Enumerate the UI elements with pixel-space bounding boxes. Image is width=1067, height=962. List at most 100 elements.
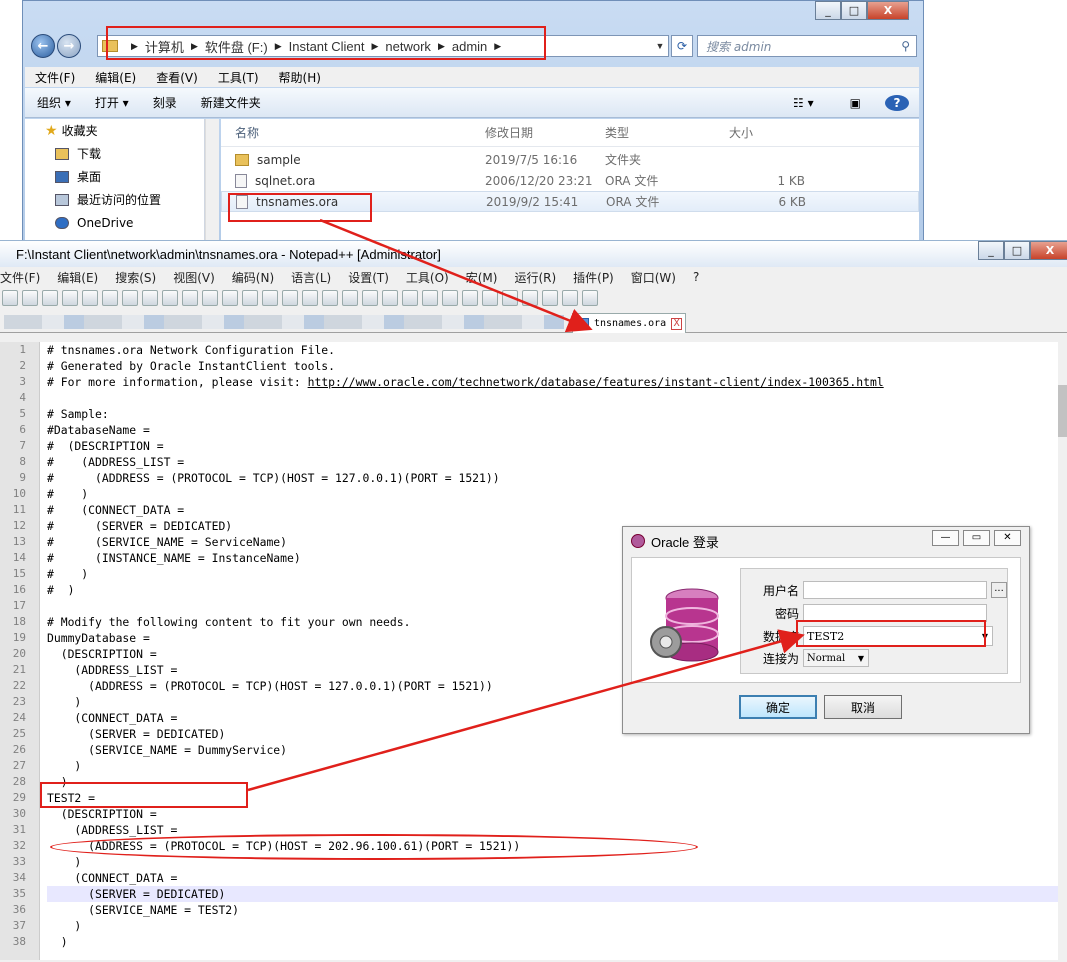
code-line[interactable]: # ) [47, 486, 1059, 502]
menu-file[interactable]: 文件(F) [25, 69, 85, 86]
burn-button[interactable]: 刻录 [141, 94, 189, 111]
new-folder-button[interactable]: 新建文件夹 [189, 94, 273, 111]
close-button[interactable]: X [867, 1, 909, 20]
tab-tnsnames[interactable]: tnsnames.ora X [572, 313, 686, 333]
minimize-button[interactable]: — [932, 530, 959, 546]
maximize-button[interactable]: ▭ [963, 530, 990, 546]
help-icon[interactable]: ? [885, 94, 909, 111]
cut-icon[interactable] [142, 290, 158, 306]
code-line[interactable] [47, 390, 1059, 406]
forward-arrow-icon[interactable]: → [57, 34, 81, 58]
code-line[interactable]: # (ADDRESS_LIST = [47, 454, 1059, 470]
menu-view[interactable]: 视图(V) [173, 269, 222, 286]
close-file-icon[interactable] [82, 290, 98, 306]
record-macro-icon[interactable] [502, 290, 518, 306]
editor-scrollbar[interactable] [1058, 342, 1067, 960]
scrollbar-thumb[interactable] [1058, 385, 1067, 437]
code-line[interactable]: # For more information, please visit: ht… [47, 374, 1059, 390]
refresh-icon[interactable]: ⟳ [671, 35, 693, 57]
code-line[interactable]: # tnsnames.ora Network Configuration Fil… [47, 342, 1059, 358]
nav-item-recent[interactable]: 最近访问的位置 [25, 188, 204, 211]
function-list-icon[interactable] [442, 290, 458, 306]
menu-window[interactable]: 窗口(W) [631, 269, 683, 286]
nav-item-favorites[interactable]: ★ 收藏夹 [25, 119, 204, 142]
menu-tools[interactable]: 工具(O) [406, 269, 456, 286]
code-line[interactable]: (CONNECT_DATA = [47, 870, 1059, 886]
save-macro-icon[interactable] [582, 290, 598, 306]
search-input[interactable]: 搜索 admin ⚲ [697, 35, 917, 57]
organize-button[interactable]: 组织 ▾ [25, 94, 83, 111]
code-line[interactable]: ) [47, 758, 1059, 774]
column-date[interactable]: 修改日期 [485, 124, 605, 141]
code-line[interactable]: (SERVER = DEDICATED) [47, 886, 1059, 902]
code-line[interactable]: # (CONNECT_DATA = [47, 502, 1059, 518]
menu-run[interactable]: 运行(R) [514, 269, 563, 286]
connect-as-select[interactable]: Normal ▼ [803, 649, 869, 667]
code-line[interactable]: (DESCRIPTION = [47, 806, 1059, 822]
menu-about[interactable]: ? [693, 270, 706, 284]
view-options-icon[interactable]: ☷ ▾ [781, 96, 826, 110]
close-all-icon[interactable] [102, 290, 118, 306]
back-arrow-icon[interactable]: ← [31, 34, 55, 58]
menu-encoding[interactable]: 编码(N) [232, 269, 281, 286]
stop-macro-icon[interactable] [522, 290, 538, 306]
chevron-down-icon[interactable]: ▼ [652, 41, 668, 51]
menu-plugins[interactable]: 插件(P) [573, 269, 621, 286]
zoom-out-icon[interactable] [302, 290, 318, 306]
undo-icon[interactable] [202, 290, 218, 306]
wrap-icon[interactable] [362, 290, 378, 306]
code-line[interactable]: ) [47, 918, 1059, 934]
new-file-icon[interactable] [2, 290, 18, 306]
save-icon[interactable] [42, 290, 58, 306]
indent-guide-icon[interactable] [402, 290, 418, 306]
doc-map-icon[interactable] [422, 290, 438, 306]
save-all-icon[interactable] [62, 290, 78, 306]
username-input[interactable] [803, 581, 987, 599]
sync-h-icon[interactable] [342, 290, 358, 306]
paste-icon[interactable] [182, 290, 198, 306]
ok-button[interactable]: 确定 [739, 695, 817, 719]
nav-pane-scrollbar[interactable] [205, 119, 219, 243]
close-icon[interactable]: X [671, 317, 682, 330]
code-line[interactable]: # Generated by Oracle InstantClient tool… [47, 358, 1059, 374]
code-line[interactable]: # Sample: [47, 406, 1059, 422]
cancel-button[interactable]: 取消 [824, 695, 902, 719]
folder-workspace-icon[interactable] [462, 290, 478, 306]
column-size[interactable]: 大小 [725, 124, 805, 141]
url-link[interactable]: http://www.oracle.com/technetwork/databa… [308, 375, 884, 389]
file-row[interactable]: sample 2019/7/5 16:16 文件夹 [221, 149, 919, 170]
menu-macro[interactable]: 宏(M) [466, 269, 505, 286]
maximize-button[interactable]: □ [1004, 241, 1030, 260]
code-line[interactable]: # (DESCRIPTION = [47, 438, 1059, 454]
play-macro-icon[interactable] [542, 290, 558, 306]
run-macro-multiple-icon[interactable] [562, 290, 578, 306]
minimize-button[interactable]: _ [815, 1, 841, 20]
browse-button[interactable]: ... [991, 582, 1007, 598]
menu-edit[interactable]: 编辑(E) [57, 269, 105, 286]
code-line[interactable]: (SERVICE_NAME = TEST2) [47, 902, 1059, 918]
menu-edit[interactable]: 编辑(E) [85, 69, 146, 86]
column-name[interactable]: 名称 [221, 124, 485, 141]
nav-item-downloads[interactable]: 下载 [25, 142, 204, 165]
menu-view[interactable]: 查看(V) [146, 69, 208, 86]
search-icon[interactable]: ⚲ [901, 39, 910, 53]
menu-help[interactable]: 帮助(H) [269, 69, 331, 86]
close-button[interactable]: X [1030, 241, 1067, 260]
open-file-icon[interactable] [22, 290, 38, 306]
minimize-button[interactable]: _ [978, 241, 1004, 260]
menu-tools[interactable]: 工具(T) [208, 69, 269, 86]
column-type[interactable]: 类型 [605, 124, 725, 141]
redo-icon[interactable] [222, 290, 238, 306]
menu-file[interactable]: 文件(F) [0, 269, 47, 286]
code-line[interactable]: ) [47, 934, 1059, 950]
menu-language[interactable]: 语言(L) [291, 269, 338, 286]
find-icon[interactable] [242, 290, 258, 306]
code-line[interactable]: #DatabaseName = [47, 422, 1059, 438]
menu-settings[interactable]: 设置(T) [348, 269, 396, 286]
print-icon[interactable] [122, 290, 138, 306]
monitor-icon[interactable] [482, 290, 498, 306]
replace-icon[interactable] [262, 290, 278, 306]
code-line[interactable]: (SERVICE_NAME = DummyService) [47, 742, 1059, 758]
show-all-icon[interactable] [382, 290, 398, 306]
copy-icon[interactable] [162, 290, 178, 306]
